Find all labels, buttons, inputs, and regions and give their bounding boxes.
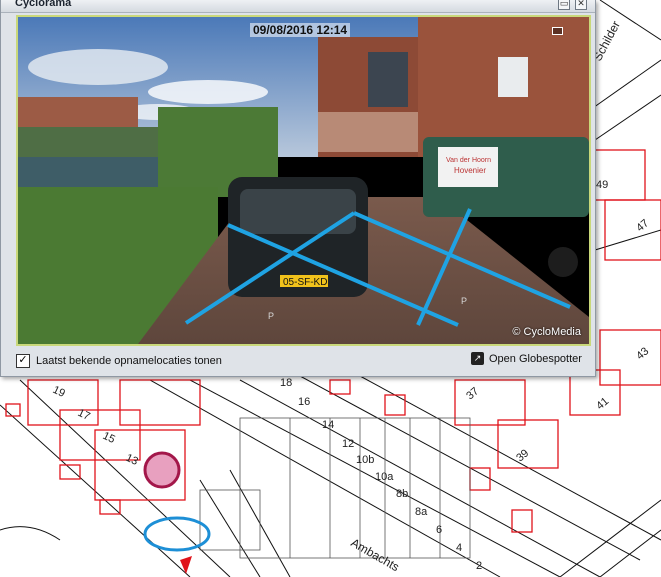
svg-text:8a: 8a bbox=[415, 506, 428, 518]
close-button[interactable]: ✕ bbox=[575, 0, 587, 10]
svg-text:P: P bbox=[461, 296, 467, 306]
street-photo[interactable]: Van der Hoorn Hovenier 05-SF-KD P P bbox=[18, 17, 589, 344]
svg-text:8b: 8b bbox=[396, 488, 408, 500]
copyright-label: © CycloMedia bbox=[512, 326, 581, 338]
cyclorama-window[interactable]: Cyclorama ▭ ✕ Van der Hoorn Hovenier 05-… bbox=[0, 0, 596, 377]
svg-text:Hovenier: Hovenier bbox=[454, 166, 486, 175]
svg-text:4: 4 bbox=[456, 542, 462, 554]
svg-text:10b: 10b bbox=[356, 454, 374, 466]
svg-text:16: 16 bbox=[298, 396, 310, 408]
street-view-panorama[interactable]: Van der Hoorn Hovenier 05-SF-KD P P 09/0… bbox=[16, 15, 591, 346]
window-footer: ✓ Laatst bekende opnamelocaties tonen ↗ … bbox=[11, 350, 589, 372]
maximize-button[interactable]: ▭ bbox=[558, 0, 570, 10]
svg-text:12: 12 bbox=[342, 438, 354, 450]
svg-text:18: 18 bbox=[280, 377, 292, 389]
svg-text:14: 14 bbox=[322, 419, 334, 431]
capture-timestamp: 09/08/2016 12:14 bbox=[250, 23, 351, 37]
menu-icon[interactable] bbox=[552, 27, 563, 35]
window-titlebar[interactable]: Cyclorama ▭ ✕ bbox=[1, 0, 595, 13]
open-globespotter-link[interactable]: Open Globespotter bbox=[489, 353, 582, 365]
svg-text:6: 6 bbox=[436, 524, 442, 536]
external-window-icon[interactable]: ↗ bbox=[471, 352, 484, 365]
svg-text:10a: 10a bbox=[375, 471, 394, 483]
svg-text:2: 2 bbox=[476, 560, 482, 572]
svg-text:05-SF-KD: 05-SF-KD bbox=[283, 277, 327, 288]
show-last-locations-checkbox[interactable]: ✓ bbox=[16, 354, 30, 368]
location-marker[interactable] bbox=[143, 451, 181, 489]
show-last-locations-label[interactable]: Laatst bekende opnamelocaties tonen bbox=[36, 355, 222, 367]
window-title: Cyclorama bbox=[15, 0, 72, 9]
svg-text:P: P bbox=[268, 311, 274, 321]
svg-text:49: 49 bbox=[596, 179, 608, 191]
svg-text:Van der Hoorn: Van der Hoorn bbox=[446, 157, 491, 164]
